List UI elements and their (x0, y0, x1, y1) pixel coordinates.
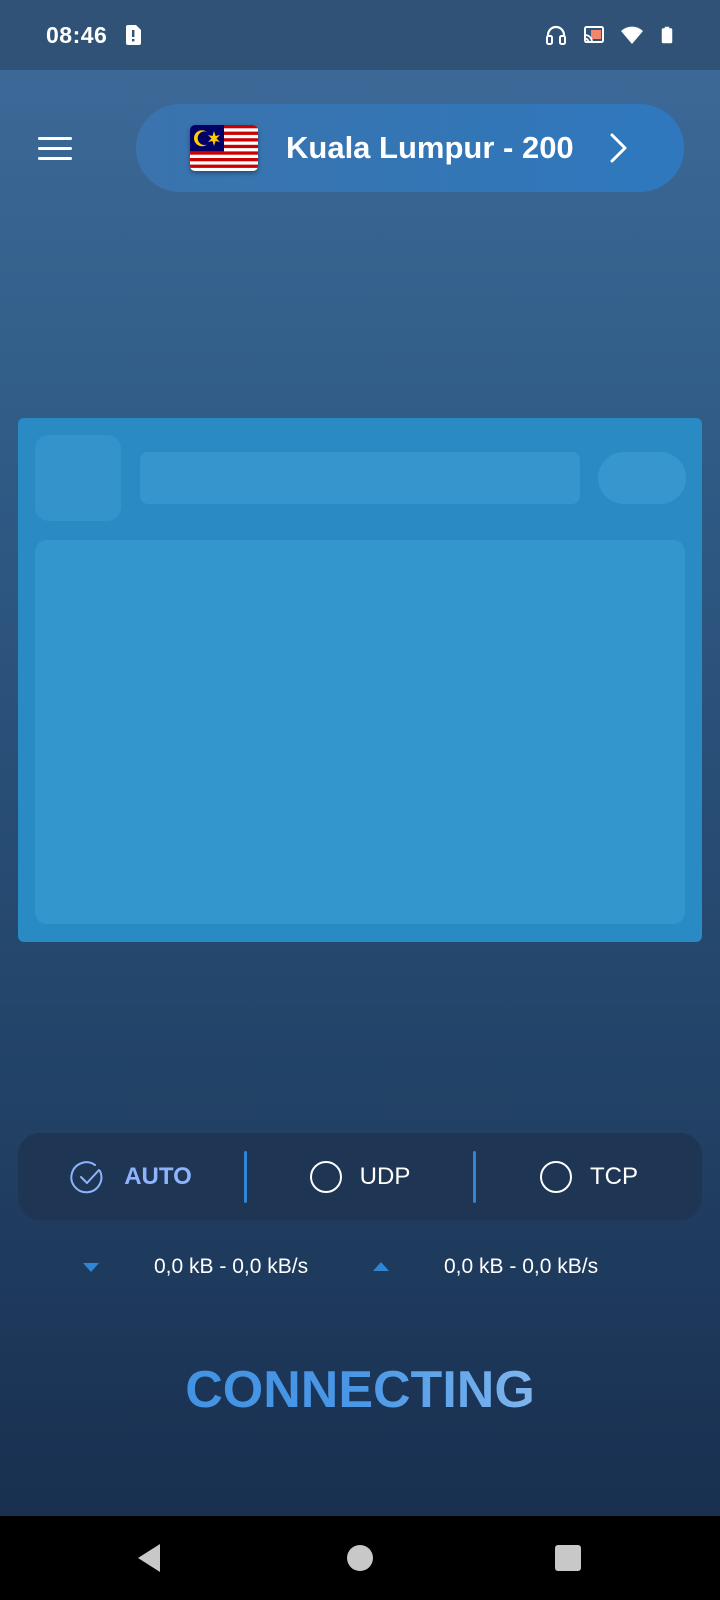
download-stat: 0,0 kB - 0,0 kB/s (82, 1255, 308, 1279)
radio-unchecked-icon (309, 1160, 342, 1193)
protocol-option-udp[interactable]: UDP (247, 1133, 473, 1220)
ad-icon-placeholder (35, 435, 121, 521)
app-screen: 08:46 Kuala Lumpur - 200 AUTO UDP TCP 0,… (0, 0, 720, 1600)
traffic-stats: 0,0 kB - 0,0 kB/s 0,0 kB - 0,0 kB/s (0, 1255, 720, 1295)
home-icon[interactable] (340, 1538, 380, 1578)
auto-check-icon (70, 1160, 103, 1193)
ad-media-placeholder (35, 540, 685, 924)
recents-icon[interactable] (548, 1538, 588, 1578)
chevron-right-icon (610, 133, 627, 163)
protocol-option-tcp[interactable]: TCP (476, 1133, 702, 1220)
protocol-selector: AUTO UDP TCP (18, 1133, 702, 1220)
system-nav-bar (0, 1516, 720, 1600)
protocol-label-auto: AUTO (124, 1162, 192, 1190)
upload-arrow-icon (373, 1262, 389, 1271)
wifi-icon (621, 26, 643, 44)
download-arrow-icon (83, 1263, 99, 1272)
server-selector-button[interactable]: Kuala Lumpur - 200 (136, 104, 684, 192)
hamburger-menu-icon[interactable] (38, 126, 82, 170)
status-bar: 08:46 (0, 0, 720, 70)
connection-status[interactable]: CONNECTING (0, 1360, 720, 1420)
upload-text: 0,0 kB - 0,0 kB/s (444, 1255, 599, 1278)
ad-placeholder-card[interactable] (18, 418, 702, 942)
cast-icon (584, 26, 604, 43)
sim-alert-icon (126, 25, 142, 45)
protocol-label-udp: UDP (359, 1162, 411, 1190)
headphones-icon (546, 25, 566, 45)
ad-action-placeholder (598, 452, 686, 504)
protocol-label-tcp: TCP (590, 1162, 638, 1190)
back-icon[interactable] (130, 1538, 170, 1578)
ad-title-placeholder (140, 452, 580, 504)
download-text: 0,0 kB - 0,0 kB/s (154, 1255, 309, 1278)
radio-unchecked-icon (540, 1160, 572, 1193)
upload-stat: 0,0 kB - 0,0 kB/s (372, 1255, 598, 1279)
battery-icon (661, 26, 673, 44)
malaysia-flag-icon (190, 125, 258, 171)
status-time: 08:46 (46, 21, 108, 48)
server-name: Kuala Lumpur - 200 (286, 130, 574, 165)
protocol-option-auto[interactable]: AUTO (18, 1133, 244, 1220)
